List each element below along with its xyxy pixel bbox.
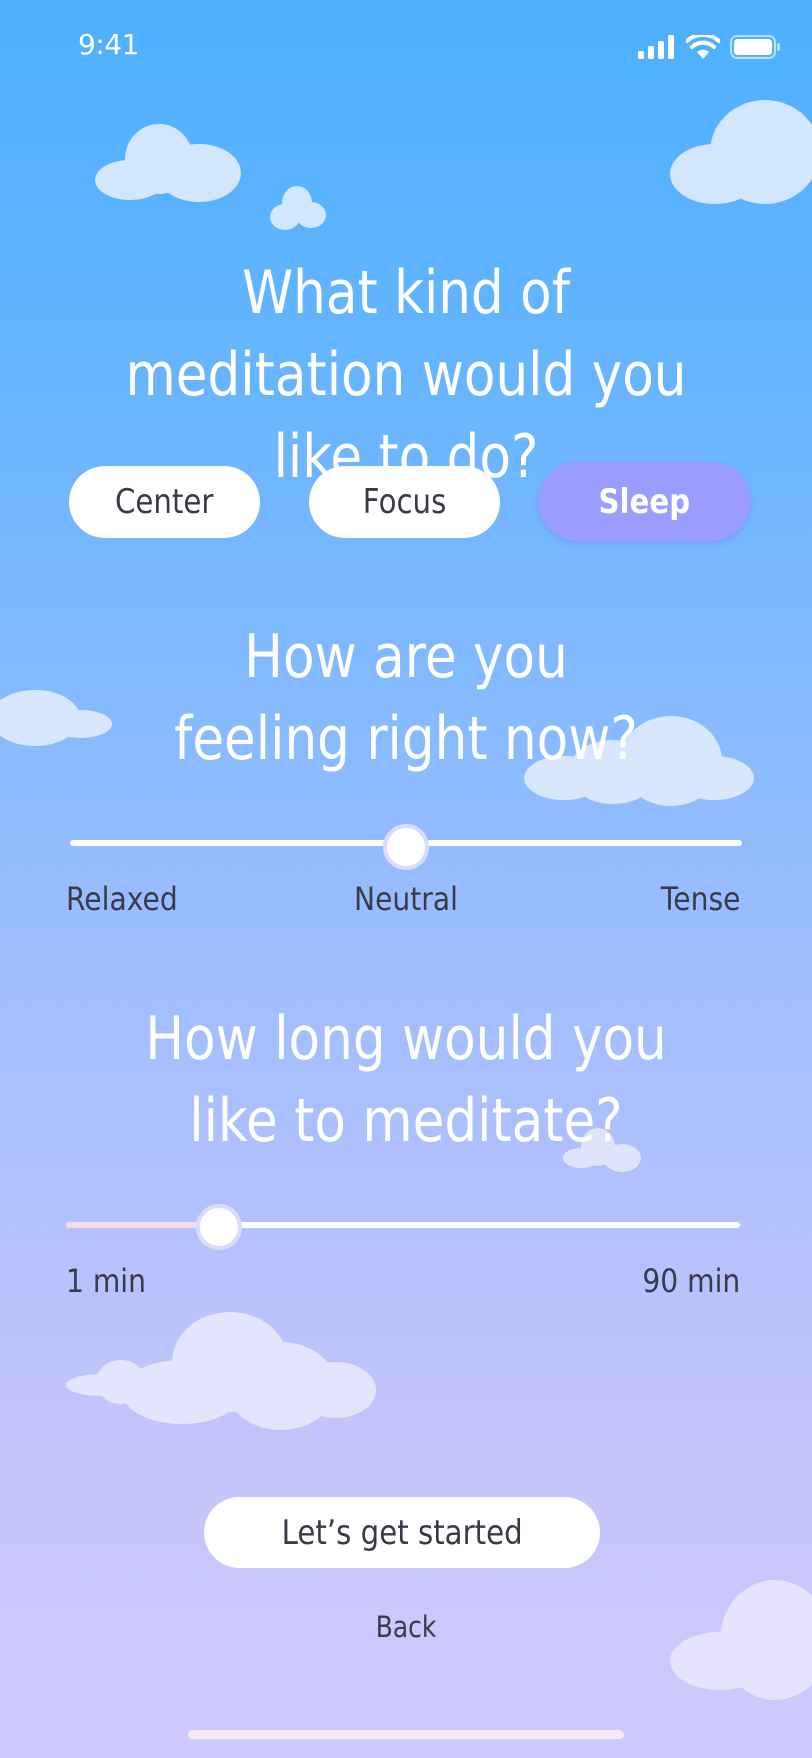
cloud-decoration [0, 690, 122, 748]
cloud-decoration [270, 186, 326, 232]
duration-slider-thumb[interactable] [196, 1204, 242, 1250]
duration-max-label: 90 min [642, 1262, 740, 1300]
signal-icon [638, 35, 674, 59]
cloud-decoration [670, 1580, 812, 1700]
duration-min-label: 1 min [66, 1262, 146, 1300]
option-center-button[interactable]: Center [69, 466, 260, 538]
feeling-label-relaxed: Relaxed [66, 880, 178, 918]
feeling-label-tense: Tense [660, 880, 740, 918]
duration-question: How long would you like to meditate? [145, 1004, 667, 1156]
cloud-decoration [95, 118, 245, 202]
option-center-label: Center [115, 482, 214, 522]
status-time: 9:41 [78, 28, 139, 61]
battery-icon [730, 35, 780, 59]
cloud-decoration [670, 100, 812, 212]
cloud-decoration [66, 1312, 376, 1430]
feeling-slider-thumb[interactable] [383, 824, 429, 870]
home-indicator [188, 1730, 624, 1739]
option-focus-label: Focus [362, 482, 447, 522]
back-link[interactable]: Back [363, 1610, 449, 1644]
option-sleep-button[interactable]: Sleep [538, 462, 751, 541]
wifi-icon [686, 35, 720, 59]
option-sleep-label: Sleep [598, 481, 691, 522]
get-started-button[interactable]: Let’s get started [204, 1497, 600, 1568]
feeling-question: How are you feeling right now? [174, 622, 638, 774]
status-icons [638, 30, 780, 64]
option-focus-button[interactable]: Focus [309, 466, 500, 538]
get-started-label: Let’s get started [281, 1512, 523, 1553]
feeling-label-neutral: Neutral [354, 880, 458, 918]
